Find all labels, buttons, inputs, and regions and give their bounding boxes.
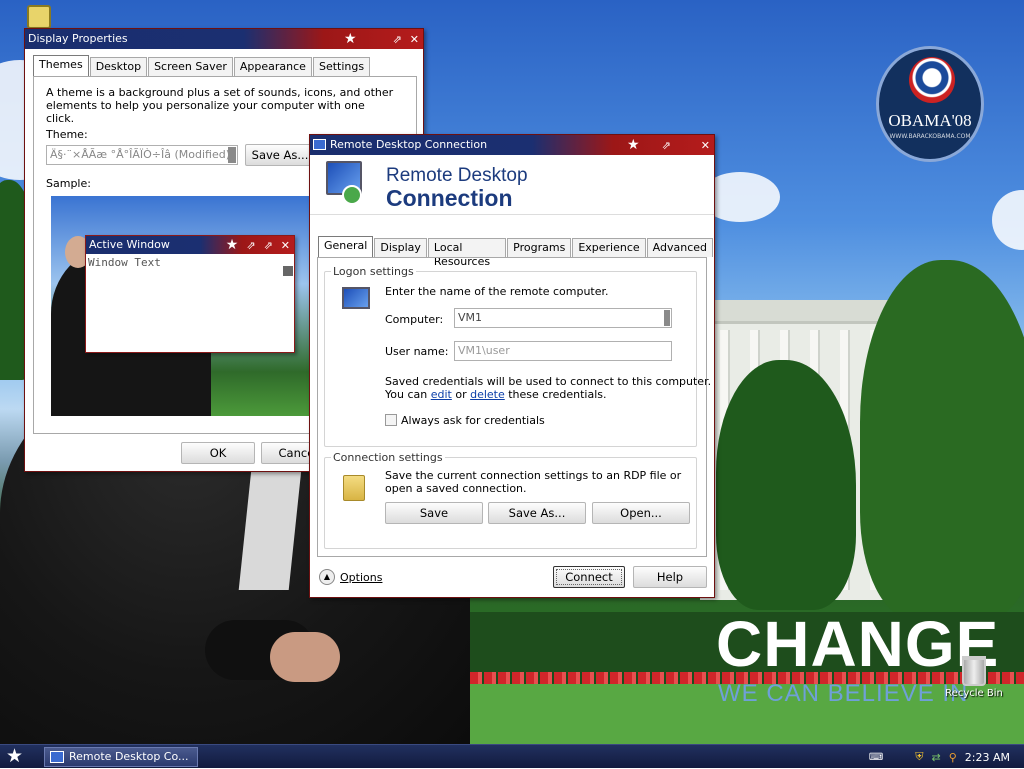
recycle-bin-label: Recycle Bin bbox=[945, 688, 1003, 699]
system-tray: ⌨ ⛨ ⇄ ⚲ 2:23 AM bbox=[854, 745, 1024, 769]
edit-credentials-link[interactable]: edit bbox=[431, 388, 452, 401]
display-tabs: Themes Desktop Screen Saver Appearance S… bbox=[33, 55, 371, 76]
connection-settings-legend: Connection settings bbox=[331, 451, 445, 464]
computer-icon bbox=[342, 287, 370, 309]
logo-emblem-icon bbox=[909, 57, 955, 103]
logo-small-text: WWW.BARACKOBAMA.COM bbox=[889, 133, 971, 140]
logo-text: OBAMA'08 bbox=[888, 111, 972, 130]
rdc-taskbar-icon bbox=[50, 751, 64, 763]
theme-label: Theme: bbox=[46, 128, 88, 141]
theme-save-as-button[interactable]: Save As... bbox=[245, 144, 315, 166]
recycle-bin[interactable]: Recycle Bin bbox=[944, 656, 1004, 699]
display-properties-titlebar[interactable]: Display Properties ★ ⇗ ✕ bbox=[25, 29, 423, 49]
logon-prompt: Enter the name of the remote computer. bbox=[385, 285, 609, 298]
computer-label: Computer: bbox=[385, 313, 444, 326]
logon-settings-legend: Logon settings bbox=[331, 265, 416, 278]
taskbar-rdc-label: Remote Desktop Co... bbox=[69, 750, 189, 763]
keyboard-icon[interactable]: ⌨ bbox=[869, 752, 883, 763]
cloud bbox=[992, 190, 1024, 250]
clock[interactable]: 2:23 AM bbox=[965, 751, 1010, 764]
rdc-header-line2: Connection bbox=[386, 185, 513, 211]
search-icon[interactable]: ⚲ bbox=[949, 751, 957, 764]
tab-display[interactable]: Display bbox=[374, 238, 427, 257]
close-icon: ✕ bbox=[280, 238, 290, 252]
theme-value: Ä§·¨×ÅÃæ °Å°ÎÃÏÒ÷Îâ (Modified) bbox=[50, 148, 231, 161]
sample-label: Sample: bbox=[46, 177, 91, 190]
taskbar-rdc-button[interactable]: Remote Desktop Co... bbox=[44, 747, 198, 767]
theme-select[interactable]: Ä§·¨×ÅÃæ °Å°ÎÃÏÒ÷Îâ (Modified) bbox=[46, 145, 238, 165]
chevron-down-icon[interactable] bbox=[228, 147, 236, 163]
window-title: Display Properties bbox=[28, 32, 128, 45]
tab-screen-saver[interactable]: Screen Saver bbox=[148, 57, 233, 76]
folder-icon bbox=[343, 475, 365, 501]
active-window-title: Active Window bbox=[89, 238, 170, 251]
tab-appearance[interactable]: Appearance bbox=[233, 57, 312, 76]
start-button[interactable]: ★ bbox=[6, 745, 23, 767]
username-label: User name: bbox=[385, 345, 449, 358]
active-window-text: Window Text bbox=[88, 256, 161, 269]
tab-settings[interactable]: Settings bbox=[312, 57, 371, 76]
campaign-logo: OBAMA'08 WWW.BARACKOBAMA.COM bbox=[876, 46, 984, 162]
tab-general[interactable]: General bbox=[318, 236, 374, 257]
trees bbox=[860, 260, 1024, 620]
credentials-note: Saved credentials will be used to connec… bbox=[385, 375, 712, 388]
username-value: VM1\user bbox=[458, 344, 510, 357]
taskbar: ★ Remote Desktop Co... ⌨ ⛨ ⇄ ⚲ 2:23 AM bbox=[0, 744, 1024, 768]
tab-programs[interactable]: Programs bbox=[507, 238, 572, 257]
always-ask-label: Always ask for credentials bbox=[401, 414, 545, 427]
star-icon[interactable]: ★ bbox=[344, 32, 357, 46]
rdc-titlebar[interactable]: Remote Desktop Connection ★ ⇗ ✕ bbox=[310, 135, 714, 155]
rdc-window-title: Remote Desktop Connection bbox=[330, 138, 488, 151]
network-icon[interactable]: ⇄ bbox=[932, 751, 941, 764]
options-toggle[interactable]: Options bbox=[340, 571, 382, 584]
restore-icon[interactable]: ⇗ bbox=[662, 140, 671, 151]
rdc-app-icon bbox=[313, 139, 326, 150]
help-icon[interactable]: ⇗ bbox=[393, 34, 402, 45]
tab-advanced[interactable]: Advanced bbox=[646, 238, 713, 257]
connect-arrows-icon bbox=[342, 185, 362, 205]
connection-description: Save the current connection settings to … bbox=[385, 469, 682, 495]
tab-desktop[interactable]: Desktop bbox=[89, 57, 148, 76]
credentials-links: You can edit or delete these credentials… bbox=[385, 388, 607, 401]
save-button[interactable]: Save bbox=[385, 502, 483, 524]
always-ask-checkbox[interactable] bbox=[385, 414, 397, 426]
save-as-button[interactable]: Save As... bbox=[488, 502, 586, 524]
delete-credentials-link[interactable]: delete bbox=[470, 388, 505, 401]
credentials-text: these credentials. bbox=[504, 388, 607, 401]
shield-icon[interactable]: ⛨ bbox=[915, 750, 923, 764]
close-icon[interactable]: ✕ bbox=[410, 34, 419, 45]
help-icon: ⇗ bbox=[246, 238, 256, 252]
themes-description: A theme is a background plus a set of so… bbox=[46, 86, 394, 125]
desktop-shortcut-icon[interactable] bbox=[27, 5, 51, 29]
star-icon[interactable]: ★ bbox=[627, 138, 640, 152]
close-icon[interactable]: ✕ bbox=[701, 140, 710, 151]
computer-value: VM1 bbox=[458, 311, 483, 324]
credentials-text: You can bbox=[385, 388, 431, 401]
connect-button[interactable]: Connect bbox=[553, 566, 625, 588]
open-button[interactable]: Open... bbox=[592, 502, 690, 524]
help-button[interactable]: Help bbox=[633, 566, 707, 588]
computer-input[interactable]: VM1 bbox=[454, 308, 672, 328]
rdc-header-line1: Remote Desktop bbox=[386, 165, 528, 186]
chevron-down-icon[interactable] bbox=[664, 310, 670, 326]
tab-local-resources[interactable]: Local Resources bbox=[427, 238, 507, 268]
tab-experience[interactable]: Experience bbox=[572, 238, 646, 257]
username-input[interactable]: VM1\user bbox=[454, 341, 672, 361]
tab-themes[interactable]: Themes bbox=[33, 55, 89, 76]
star-icon: ★ bbox=[225, 237, 239, 253]
trees bbox=[716, 360, 856, 610]
ok-button[interactable]: OK bbox=[181, 442, 255, 464]
restore-icon: ⇗ bbox=[263, 238, 273, 252]
credentials-text: or bbox=[451, 388, 471, 401]
active-window-preview: Active Window ★ ⇗ ⇗ ✕ Window Text bbox=[85, 235, 295, 353]
person-hand bbox=[270, 632, 340, 682]
rdc-header: Remote Desktop Connection bbox=[310, 155, 714, 215]
active-window-titlebar: Active Window ★ ⇗ ⇗ ✕ bbox=[86, 236, 294, 254]
chevron-up-icon[interactable]: ▲ bbox=[319, 569, 335, 585]
rdc-tabs: General Display Local Resources Programs… bbox=[318, 236, 714, 268]
slogan-sub: WE CAN BELIEVE IN bbox=[718, 680, 969, 707]
rdc-window: Remote Desktop Connection ★ ⇗ ✕ Remote D… bbox=[309, 134, 715, 598]
recycle-bin-icon bbox=[962, 656, 986, 686]
scrollbar-thumb bbox=[283, 266, 293, 276]
